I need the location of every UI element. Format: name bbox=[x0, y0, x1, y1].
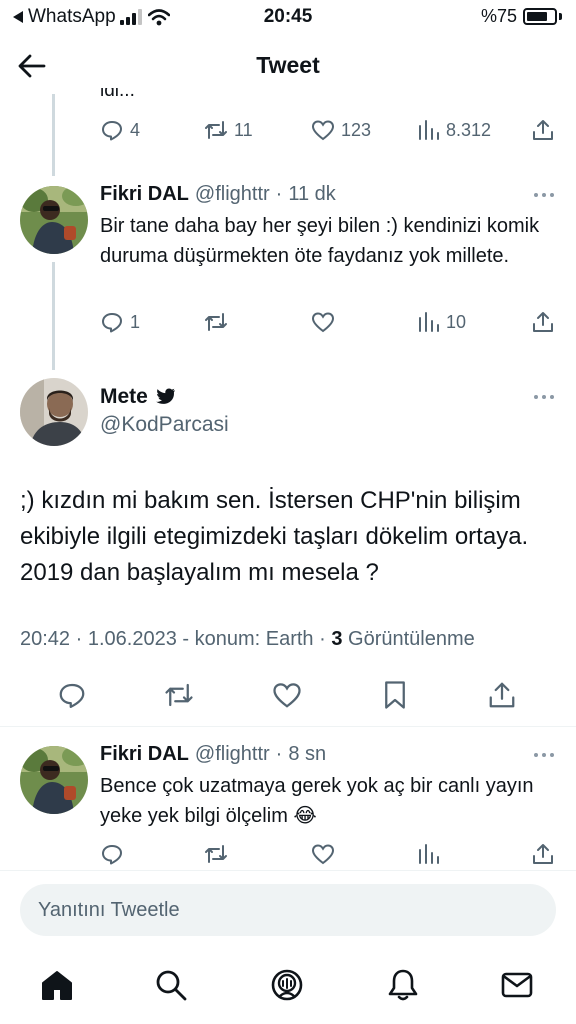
share-icon bbox=[533, 120, 553, 140]
reply-count: 4 bbox=[130, 119, 141, 140]
heart-icon bbox=[311, 120, 335, 141]
avatar[interactable] bbox=[20, 186, 88, 254]
tweet-meta: 20:42 · 1.06.2023 - konum: Earth · 3 Gör… bbox=[20, 628, 475, 650]
retweet-icon bbox=[205, 121, 227, 139]
main-handle-row: @KodParcasi bbox=[100, 413, 229, 437]
retweet-icon bbox=[205, 313, 227, 331]
main-tweet-text: ;) kızdın mi bakım sen. İstersen CHP'nin… bbox=[20, 487, 529, 586]
author-name[interactable]: Fikri DAL bbox=[100, 743, 189, 766]
previous-tweet-actions: 4 11 123 8.312 bbox=[0, 118, 576, 148]
share-button[interactable] bbox=[531, 842, 555, 866]
like-button[interactable] bbox=[311, 842, 335, 866]
reply-button[interactable] bbox=[57, 680, 87, 710]
reply1-actions: 1 10 bbox=[0, 310, 576, 340]
reply2-header: Fikri DAL @flighttr · 8 sn bbox=[100, 743, 326, 766]
like-count: 123 bbox=[341, 119, 372, 140]
search-icon[interactable] bbox=[154, 968, 188, 1002]
divider bbox=[0, 870, 576, 871]
tweet-time: 11 dk bbox=[288, 183, 336, 205]
previous-tweet-text: idi... bbox=[100, 88, 135, 101]
like-button[interactable] bbox=[272, 680, 302, 710]
battery-icon bbox=[523, 8, 557, 25]
retweet-button[interactable]: 11 bbox=[204, 118, 253, 142]
retweet-icon bbox=[205, 845, 227, 863]
like-button[interactable]: 123 bbox=[311, 118, 371, 142]
notifications-icon[interactable] bbox=[386, 968, 420, 1002]
author-handle[interactable]: @flighttr bbox=[195, 183, 270, 206]
author-name[interactable]: Mete bbox=[100, 385, 148, 409]
retweet-button[interactable] bbox=[204, 842, 228, 866]
heart-icon bbox=[273, 683, 301, 708]
heart-icon bbox=[311, 844, 335, 865]
tweet-time: 8 sn bbox=[288, 743, 327, 765]
reply-count: 1 bbox=[130, 311, 141, 332]
author-handle[interactable]: @KodParcasi bbox=[100, 413, 229, 437]
views-count: 3 bbox=[331, 628, 343, 650]
avatar[interactable] bbox=[20, 746, 88, 814]
home-icon[interactable] bbox=[40, 968, 74, 1002]
tweet-text: Bence çok uzatmaya gerek yok aç bir canl… bbox=[100, 775, 534, 827]
separator-dot: · bbox=[275, 183, 283, 205]
reply2-actions bbox=[0, 842, 576, 868]
reply1-header: Fikri DAL @flighttr · 11 dk bbox=[100, 183, 336, 206]
share-icon bbox=[489, 682, 515, 708]
retweet-count: 11 bbox=[234, 119, 253, 140]
views-icon bbox=[419, 844, 439, 864]
share-button[interactable] bbox=[487, 680, 517, 710]
status-bar: WhatsApp 20:45 %75 bbox=[0, 0, 576, 34]
share-button[interactable] bbox=[531, 310, 555, 334]
author-name[interactable]: Fikri DAL bbox=[100, 183, 189, 206]
battery-status: %75 bbox=[481, 6, 562, 27]
retweet-button[interactable] bbox=[164, 680, 194, 710]
like-button[interactable] bbox=[311, 310, 335, 334]
share-button[interactable] bbox=[531, 118, 555, 142]
divider bbox=[0, 726, 576, 727]
bookmark-button[interactable] bbox=[380, 680, 410, 710]
views-button[interactable] bbox=[416, 842, 440, 866]
retweet-icon bbox=[165, 683, 193, 707]
reply-input[interactable]: Yanıtını Tweetle bbox=[20, 884, 556, 936]
messages-icon[interactable] bbox=[500, 968, 534, 1002]
avatar[interactable] bbox=[20, 378, 88, 446]
bottom-nav bbox=[0, 960, 576, 1020]
battery-percent: %75 bbox=[480, 6, 517, 26]
tweet-date[interactable]: 1.06.2023 bbox=[88, 628, 177, 650]
views-icon bbox=[419, 312, 439, 332]
separator-dot: · bbox=[275, 743, 283, 765]
more-options-icon[interactable] bbox=[532, 750, 556, 760]
reply-placeholder: Yanıtını Tweetle bbox=[38, 899, 180, 921]
views-button[interactable]: 8.312 bbox=[416, 118, 491, 142]
views-count: 8.312 bbox=[446, 119, 492, 140]
page-title: Tweet bbox=[256, 52, 320, 78]
heart-icon bbox=[311, 312, 335, 333]
more-options-icon[interactable] bbox=[532, 392, 556, 402]
tweet-text: Bir tane daha bay her şeyi bilen :) kend… bbox=[100, 215, 540, 267]
views-label: Görüntülenme bbox=[348, 628, 475, 650]
retweet-button[interactable] bbox=[204, 310, 228, 334]
reply-icon bbox=[102, 845, 122, 865]
twitter-bird-icon bbox=[156, 388, 175, 404]
share-icon bbox=[533, 312, 553, 332]
reply-button[interactable]: 4 bbox=[100, 118, 140, 142]
main-author[interactable]: Mete bbox=[100, 385, 176, 409]
reply-button[interactable] bbox=[100, 842, 124, 866]
bookmark-icon bbox=[385, 681, 405, 709]
tweet-time[interactable]: 20:42 bbox=[20, 628, 70, 650]
views-button[interactable]: 10 bbox=[416, 310, 466, 334]
reply-icon bbox=[102, 121, 122, 141]
share-icon bbox=[533, 844, 553, 864]
author-handle[interactable]: @flighttr bbox=[195, 743, 270, 766]
reply-icon bbox=[59, 683, 85, 708]
tweet-location: konum: Earth bbox=[194, 628, 314, 650]
reply-button[interactable]: 1 bbox=[100, 310, 140, 334]
top-header: Tweet bbox=[0, 36, 576, 94]
reply-icon bbox=[102, 313, 122, 333]
main-tweet-actions bbox=[0, 680, 576, 710]
views-count: 10 bbox=[446, 311, 467, 332]
spaces-icon[interactable] bbox=[270, 968, 304, 1002]
views-icon bbox=[419, 120, 439, 140]
more-options-icon[interactable] bbox=[532, 190, 556, 200]
